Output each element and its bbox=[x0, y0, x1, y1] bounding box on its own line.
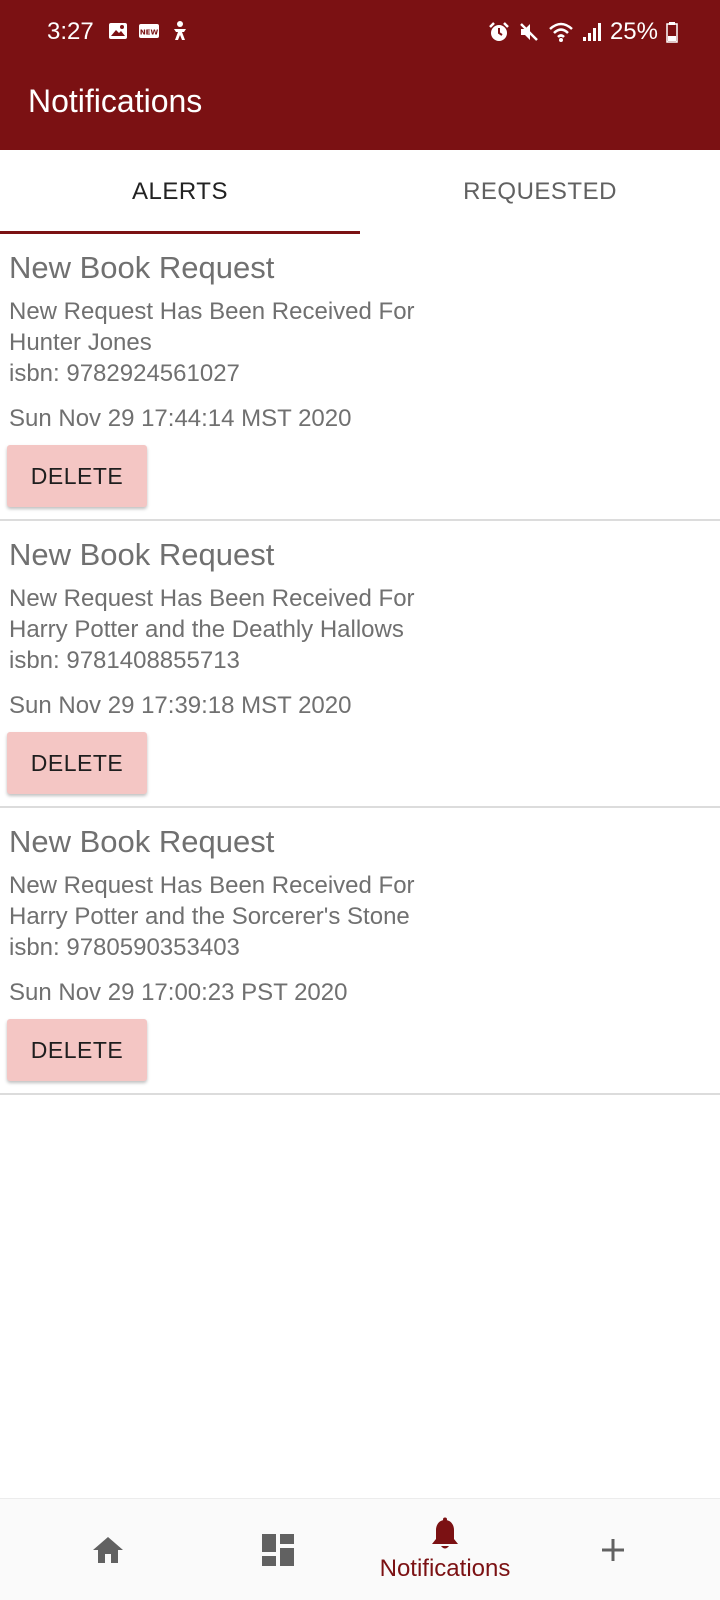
list-item: New Book Request New Request Has Been Re… bbox=[0, 234, 720, 521]
status-time: 3:27 bbox=[47, 18, 94, 45]
status-right-icons: 25% bbox=[488, 18, 678, 46]
notification-date: Sun Nov 29 17:00:23 PST 2020 bbox=[9, 979, 348, 1006]
notification-message: New Request Has Been Received For bbox=[9, 298, 415, 325]
notification-isbn: isbn: 9780590353403 bbox=[9, 934, 240, 961]
delete-button[interactable]: DELETE bbox=[7, 445, 147, 507]
bottom-navigation: Notifications bbox=[0, 1498, 720, 1600]
tab-alerts[interactable]: ALERTS bbox=[0, 150, 360, 234]
status-left-icons: NEW bbox=[108, 20, 190, 42]
notification-isbn: isbn: 9781408855713 bbox=[9, 647, 240, 674]
bell-icon bbox=[429, 1517, 461, 1553]
notification-message: New Request Has Been Received For bbox=[9, 872, 415, 899]
notification-title: New Book Request bbox=[9, 824, 275, 859]
home-icon bbox=[90, 1534, 126, 1566]
news-icon: NEW bbox=[138, 22, 160, 40]
page-title: Notifications bbox=[28, 83, 203, 119]
notification-book-title: Harry Potter and the Sorcerer's Stone bbox=[9, 903, 410, 930]
svg-text:NEW: NEW bbox=[140, 29, 159, 37]
battery-icon bbox=[666, 21, 678, 43]
notification-isbn: isbn: 9782924561027 bbox=[9, 360, 240, 387]
dashboard-icon bbox=[261, 1533, 295, 1567]
list-item: New Book Request New Request Has Been Re… bbox=[0, 521, 720, 808]
nav-add[interactable] bbox=[575, 1499, 650, 1600]
delete-button[interactable]: DELETE bbox=[7, 732, 147, 794]
accessibility-icon bbox=[170, 20, 190, 42]
notification-title: New Book Request bbox=[9, 537, 275, 572]
signal-icon bbox=[582, 21, 602, 43]
alarm-icon bbox=[488, 21, 510, 43]
notification-list: New Book Request New Request Has Been Re… bbox=[0, 234, 720, 1095]
mute-icon bbox=[518, 21, 540, 43]
delete-button[interactable]: DELETE bbox=[7, 1019, 147, 1081]
status-bar: 3:27 NEW 25% bbox=[0, 0, 720, 68]
notification-date: Sun Nov 29 17:44:14 MST 2020 bbox=[9, 405, 352, 432]
nav-home[interactable] bbox=[70, 1499, 145, 1600]
notification-book-title: Harry Potter and the Deathly Hallows bbox=[9, 616, 404, 643]
image-icon bbox=[108, 21, 128, 41]
notification-date: Sun Nov 29 17:39:18 MST 2020 bbox=[9, 692, 352, 719]
tab-alerts-label: ALERTS bbox=[132, 178, 228, 205]
tab-requested[interactable]: REQUESTED bbox=[360, 150, 720, 234]
nav-notifications-label: Notifications bbox=[379, 1555, 511, 1582]
nav-notifications[interactable]: Notifications bbox=[360, 1499, 530, 1600]
battery-percent: 25% bbox=[609, 18, 658, 45]
tab-bar: ALERTS REQUESTED bbox=[0, 150, 720, 234]
notification-book-title: Hunter Jones bbox=[9, 329, 152, 356]
app-bar: 3:27 NEW 25% Notifications bbox=[0, 0, 720, 150]
nav-dashboard[interactable] bbox=[240, 1499, 315, 1600]
notification-message: New Request Has Been Received For bbox=[9, 585, 415, 612]
notification-title: New Book Request bbox=[9, 250, 275, 285]
list-item: New Book Request New Request Has Been Re… bbox=[0, 808, 720, 1095]
tab-requested-label: REQUESTED bbox=[463, 178, 617, 205]
plus-icon bbox=[598, 1535, 628, 1565]
wifi-icon bbox=[548, 21, 574, 43]
